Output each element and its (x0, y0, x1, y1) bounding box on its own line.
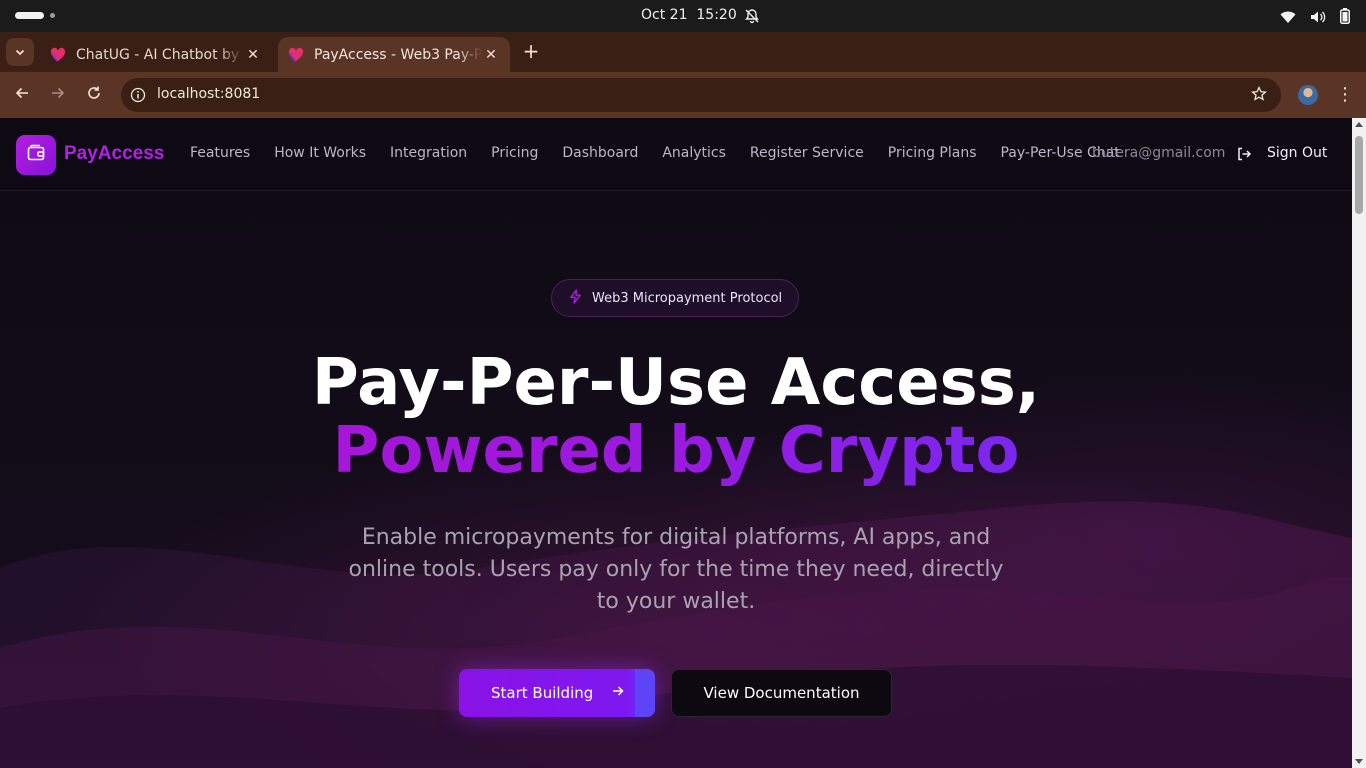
main-nav: Features How It Works Integration Pricin… (190, 145, 1144, 161)
chevron-down-icon (14, 43, 26, 62)
clock-time: 15:20 (696, 7, 737, 23)
sign-out-icon[interactable] (1236, 146, 1252, 166)
site-info-icon[interactable] (130, 87, 146, 107)
system-tray[interactable] (1280, 8, 1350, 28)
scroll-down-arrow-icon[interactable] (1355, 759, 1363, 764)
nav-link-how-it-works[interactable]: How It Works (274, 145, 366, 161)
hero-subtitle: Enable micropayments for digital platfor… (348, 525, 1004, 614)
tab-title: PayAccess - Web3 Pay-Pe (314, 46, 482, 63)
view-documentation-label: View Documentation (703, 684, 860, 702)
close-tab-icon[interactable]: ✕ (482, 47, 500, 63)
start-building-button[interactable]: Start Building (459, 669, 655, 717)
tab-search-button[interactable] (6, 38, 34, 66)
lightning-icon (568, 288, 592, 308)
nav-link-dashboard[interactable]: Dashboard (562, 145, 638, 161)
address-bar[interactable]: localhost:8081 (121, 78, 1281, 112)
view-documentation-button[interactable]: View Documentation (671, 669, 892, 717)
battery-icon (1340, 8, 1350, 28)
reload-icon (86, 85, 102, 105)
browser-toolbar: localhost:8081 ⋮ (0, 72, 1366, 118)
start-building-label: Start Building (491, 684, 594, 702)
user-email: butera@gmail.com (1092, 145, 1226, 161)
heart-favicon-icon (50, 47, 66, 63)
brand-name[interactable]: PayAccess (64, 143, 164, 165)
protocol-badge: Web3 Micropayment Protocol (551, 279, 799, 317)
tab-title: ChatUG - AI Chatbot by P (76, 46, 244, 63)
heart-favicon-icon (288, 47, 304, 63)
badge-label: Web3 Micropayment Protocol (592, 290, 783, 306)
nav-link-features[interactable]: Features (190, 145, 250, 161)
scrollbar-thumb[interactable] (1355, 136, 1363, 214)
hero-headline-line2: Powered by Crypto (0, 414, 1352, 488)
close-tab-icon[interactable]: ✕ (244, 47, 262, 63)
back-button[interactable] (11, 84, 33, 106)
nav-link-register-service[interactable]: Register Service (750, 145, 864, 161)
profile-avatar[interactable] (1298, 85, 1318, 105)
bookmark-star-icon[interactable] (1251, 85, 1267, 106)
wifi-icon (1280, 9, 1296, 28)
arrow-left-icon (14, 85, 30, 105)
reload-button[interactable] (83, 84, 105, 106)
page-scrollbar[interactable] (1352, 118, 1366, 768)
logo-badge[interactable] (16, 135, 56, 175)
os-top-bar: Oct 21 15:20 (0, 0, 1366, 32)
wallet-icon (26, 143, 46, 167)
arrow-right-icon (611, 684, 625, 702)
sign-out-button[interactable]: Sign Out (1267, 145, 1327, 161)
nav-link-pricing[interactable]: Pricing (491, 145, 538, 161)
clock-date: Oct 21 (641, 7, 688, 23)
url-text: localhost:8081 (157, 86, 261, 102)
new-tab-button[interactable]: + (520, 40, 542, 62)
site-header: PayAccess Features How It Works Integrat… (0, 118, 1352, 191)
browser-tab-strip: ChatUG - AI Chatbot by P ✕ PayAccess - W… (0, 32, 1366, 72)
hero-headline-line1: Pay-Per-Use Access, (311, 346, 1041, 420)
workspace-indicator[interactable] (15, 12, 44, 19)
page-viewport: PayAccess Features How It Works Integrat… (0, 118, 1352, 768)
browser-menu-icon[interactable]: ⋮ (1336, 85, 1354, 105)
nav-link-pricing-plans[interactable]: Pricing Plans (888, 145, 977, 161)
volume-icon (1310, 9, 1326, 28)
button-edge (635, 669, 655, 717)
nav-link-integration[interactable]: Integration (390, 145, 467, 161)
arrow-right-icon (50, 85, 66, 105)
nav-link-analytics[interactable]: Analytics (662, 145, 726, 161)
forward-button[interactable] (47, 84, 69, 106)
scroll-up-arrow-icon[interactable] (1355, 122, 1363, 127)
notifications-muted-icon (744, 8, 760, 28)
clock[interactable]: Oct 21 15:20 (641, 7, 737, 23)
browser-tab[interactable]: ChatUG - AI Chatbot by P ✕ (40, 37, 272, 72)
browser-tab-active[interactable]: PayAccess - Web3 Pay-Pe ✕ (278, 37, 510, 72)
workspace-dot[interactable] (50, 13, 55, 18)
